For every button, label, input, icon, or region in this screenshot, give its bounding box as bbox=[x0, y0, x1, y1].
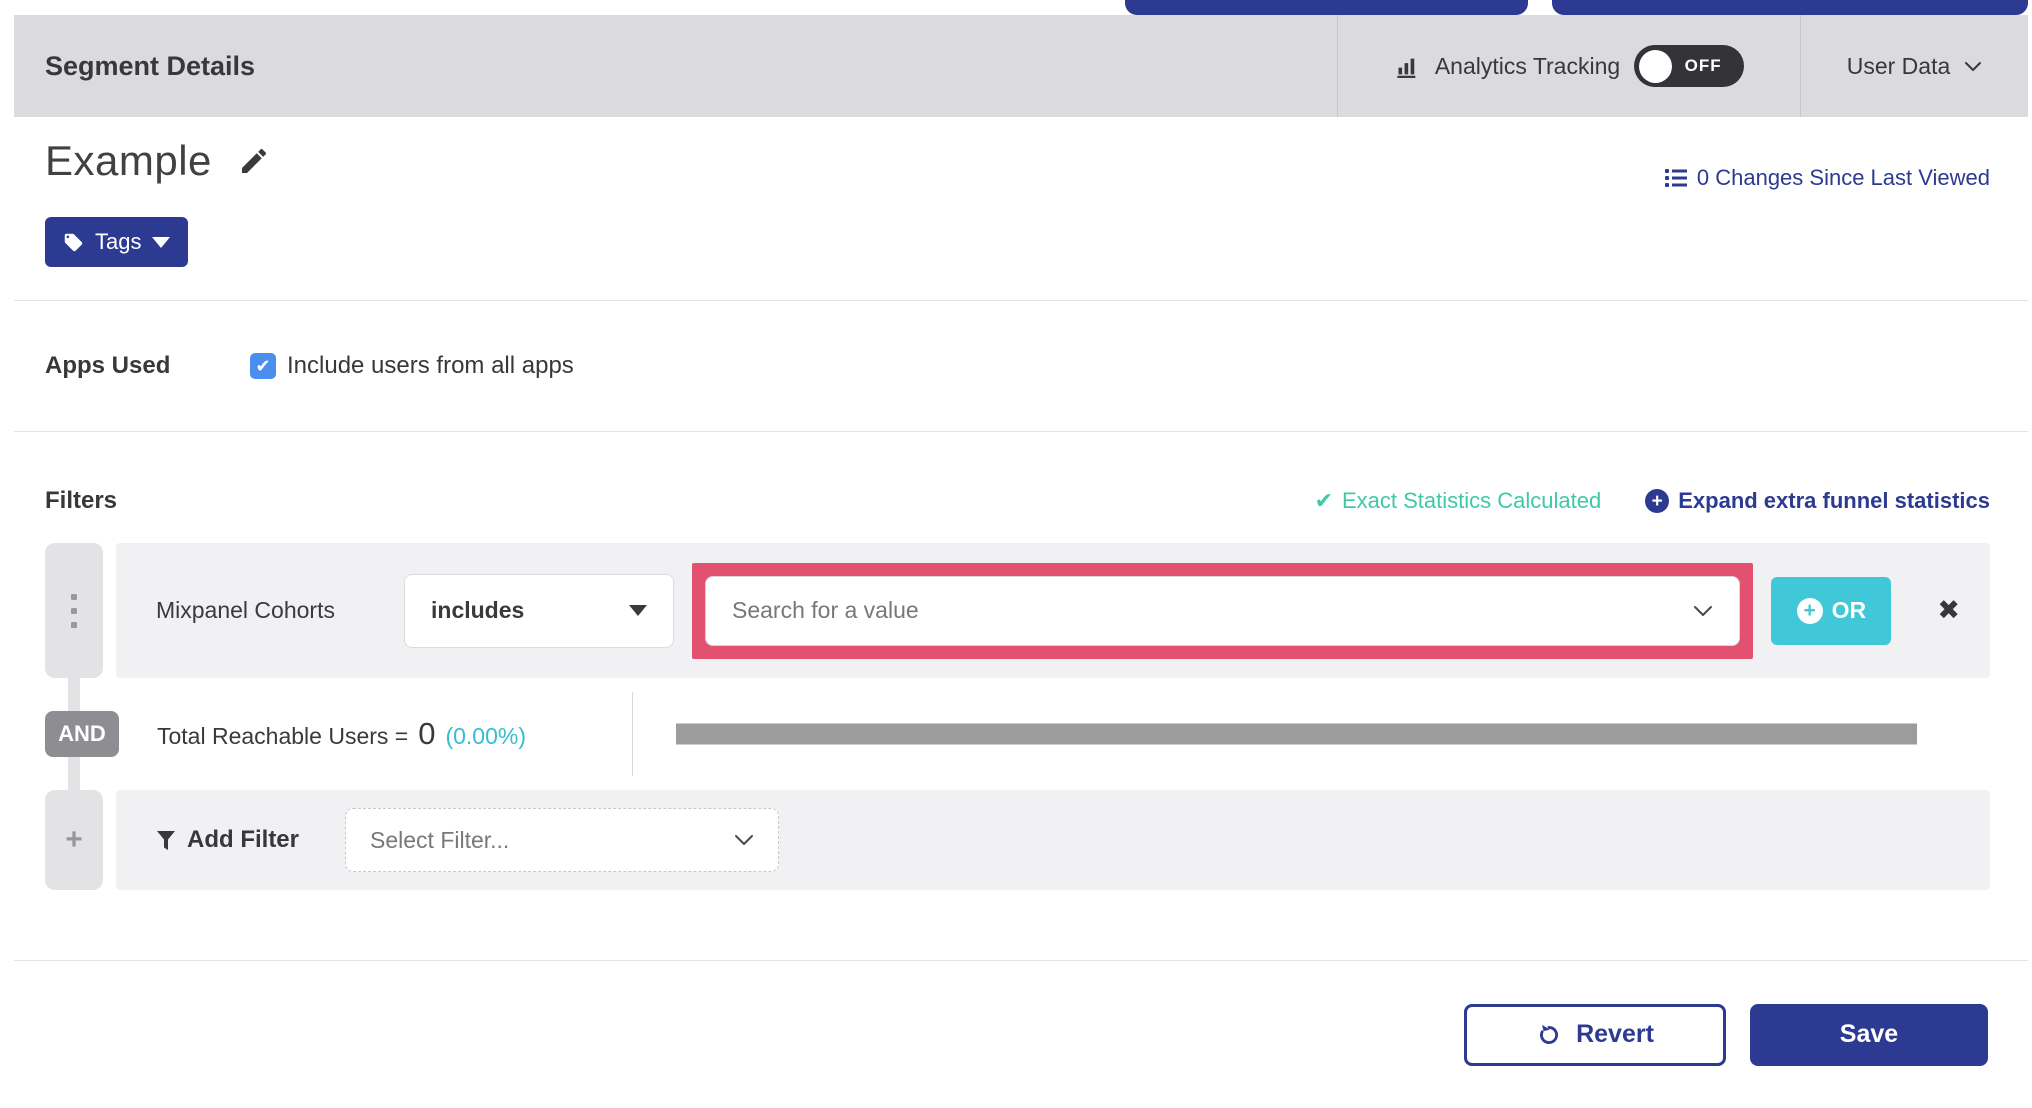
value-search-placeholder: Search for a value bbox=[732, 597, 919, 623]
drag-handle-icon[interactable] bbox=[45, 543, 103, 678]
analytics-tracking-group: Analytics Tracking OFF bbox=[1338, 15, 1800, 117]
bar-chart-icon bbox=[1394, 53, 1421, 80]
top-button-edge-right bbox=[1552, 0, 2028, 15]
revert-button-label: Revert bbox=[1576, 1020, 1654, 1048]
expand-funnel-statistics-link[interactable]: + Expand extra funnel statistics bbox=[1645, 488, 1990, 514]
tags-button[interactable]: Tags bbox=[45, 217, 189, 267]
toggle-state-label: OFF bbox=[1684, 56, 1722, 75]
revert-arrow-icon bbox=[1536, 1022, 1562, 1048]
check-icon: ✔ bbox=[1314, 488, 1333, 513]
save-button[interactable]: Save bbox=[1750, 1003, 1988, 1066]
filters-title: Filters bbox=[45, 487, 118, 514]
add-filter-card: Add Filter Select Filter... bbox=[116, 790, 1990, 890]
add-or-condition-button[interactable]: + OR bbox=[1771, 576, 1892, 645]
header-bar: Segment Details Analytics Tracking OFF U… bbox=[14, 15, 2028, 117]
main-frame: Segment Details Analytics Tracking OFF U… bbox=[14, 15, 2028, 1108]
add-row-plus-icon[interactable]: + bbox=[45, 790, 103, 890]
reachable-value: 0 bbox=[418, 716, 436, 751]
save-button-label: Save bbox=[1839, 1020, 1899, 1048]
apps-used-section: Apps Used ✔ Include users from all apps bbox=[14, 301, 2028, 431]
user-data-label: User Data bbox=[1846, 52, 1951, 79]
add-filter-row: + Add Filter Select Filter... bbox=[45, 790, 1990, 890]
include-all-apps-checkbox[interactable]: ✔ bbox=[250, 353, 276, 379]
filter-row-card: Mixpanel Cohorts includes Search for a v… bbox=[116, 543, 1990, 678]
check-icon: ✔ bbox=[255, 355, 271, 376]
chevron-down-icon bbox=[734, 834, 754, 846]
apps-used-label: Apps Used bbox=[45, 352, 171, 379]
footer-actions: Revert Save bbox=[14, 961, 2028, 1108]
tag-icon bbox=[63, 232, 84, 253]
caret-down-icon bbox=[152, 236, 171, 248]
total-reachable-users: Total Reachable Users = 0 (0.00%) bbox=[157, 716, 526, 752]
changes-since-last-viewed-link[interactable]: 0 Changes Since Last Viewed bbox=[1664, 165, 1990, 191]
add-filter-group: Add Filter bbox=[156, 826, 299, 854]
funnel-icon bbox=[156, 830, 176, 851]
segment-name-section: 0 Changes Since Last Viewed Example Tags bbox=[14, 117, 2028, 300]
plus-circle-icon: + bbox=[1796, 597, 1823, 624]
toggle-knob bbox=[1639, 49, 1673, 83]
vertical-divider bbox=[632, 692, 633, 776]
operator-select[interactable]: includes bbox=[404, 573, 674, 648]
edit-pencil-icon[interactable] bbox=[238, 145, 270, 177]
changes-link-label: 0 Changes Since Last Viewed bbox=[1696, 165, 1990, 190]
reachable-users-row: AND Total Reachable Users = 0 (0.00%) bbox=[45, 678, 1990, 790]
chevron-down-icon bbox=[1964, 61, 1982, 72]
exact-statistics-status: ✔ Exact Statistics Calculated bbox=[1315, 488, 1602, 514]
reachable-label: Total Reachable Users = bbox=[157, 723, 409, 749]
filters-header: Filters ✔ Exact Statistics Calculated + … bbox=[45, 487, 1990, 515]
tags-button-label: Tags bbox=[95, 229, 142, 254]
top-button-edge-left bbox=[1125, 0, 1528, 15]
operator-value: includes bbox=[431, 597, 525, 623]
chevron-down-icon bbox=[1693, 605, 1713, 617]
segment-details-page: Segment Details Analytics Tracking OFF U… bbox=[0, 0, 2032, 1108]
filter-row: Mixpanel Cohorts includes Search for a v… bbox=[45, 543, 1990, 678]
analytics-tracking-toggle[interactable]: OFF bbox=[1634, 45, 1745, 87]
select-filter-dropdown[interactable]: Select Filter... bbox=[345, 808, 779, 872]
select-filter-placeholder: Select Filter... bbox=[370, 826, 510, 853]
user-data-dropdown[interactable]: User Data bbox=[1801, 15, 2028, 117]
filters-section: Filters ✔ Exact Statistics Calculated + … bbox=[14, 432, 2028, 960]
plus-circle-icon: + bbox=[1645, 489, 1670, 513]
and-badge: AND bbox=[45, 711, 119, 757]
page-title: Segment Details bbox=[45, 50, 256, 81]
remove-filter-icon[interactable]: ✖ bbox=[1937, 595, 1960, 626]
caret-down-icon bbox=[629, 605, 647, 616]
analytics-tracking-label: Analytics Tracking bbox=[1434, 52, 1621, 79]
include-all-apps-label: Include users from all apps bbox=[287, 352, 574, 379]
filter-grid: Mixpanel Cohorts includes Search for a v… bbox=[45, 543, 1990, 890]
segment-name: Example bbox=[45, 137, 212, 184]
add-filter-label: Add Filter bbox=[187, 826, 299, 853]
exact-statistics-label: Exact Statistics Calculated bbox=[1342, 488, 1602, 513]
highlight-annotation-box: Search for a value bbox=[692, 562, 1754, 659]
reachable-percent: (0.00%) bbox=[445, 723, 527, 749]
change-list-icon bbox=[1664, 167, 1688, 189]
or-button-label: OR bbox=[1831, 597, 1867, 623]
expand-funnel-statistics-label: Expand extra funnel statistics bbox=[1678, 488, 1990, 513]
value-search-select[interactable]: Search for a value bbox=[705, 575, 1741, 646]
revert-button[interactable]: Revert bbox=[1464, 1003, 1726, 1066]
filter-name-label: Mixpanel Cohorts bbox=[156, 597, 335, 623]
reachable-progress-bar bbox=[676, 723, 1917, 745]
